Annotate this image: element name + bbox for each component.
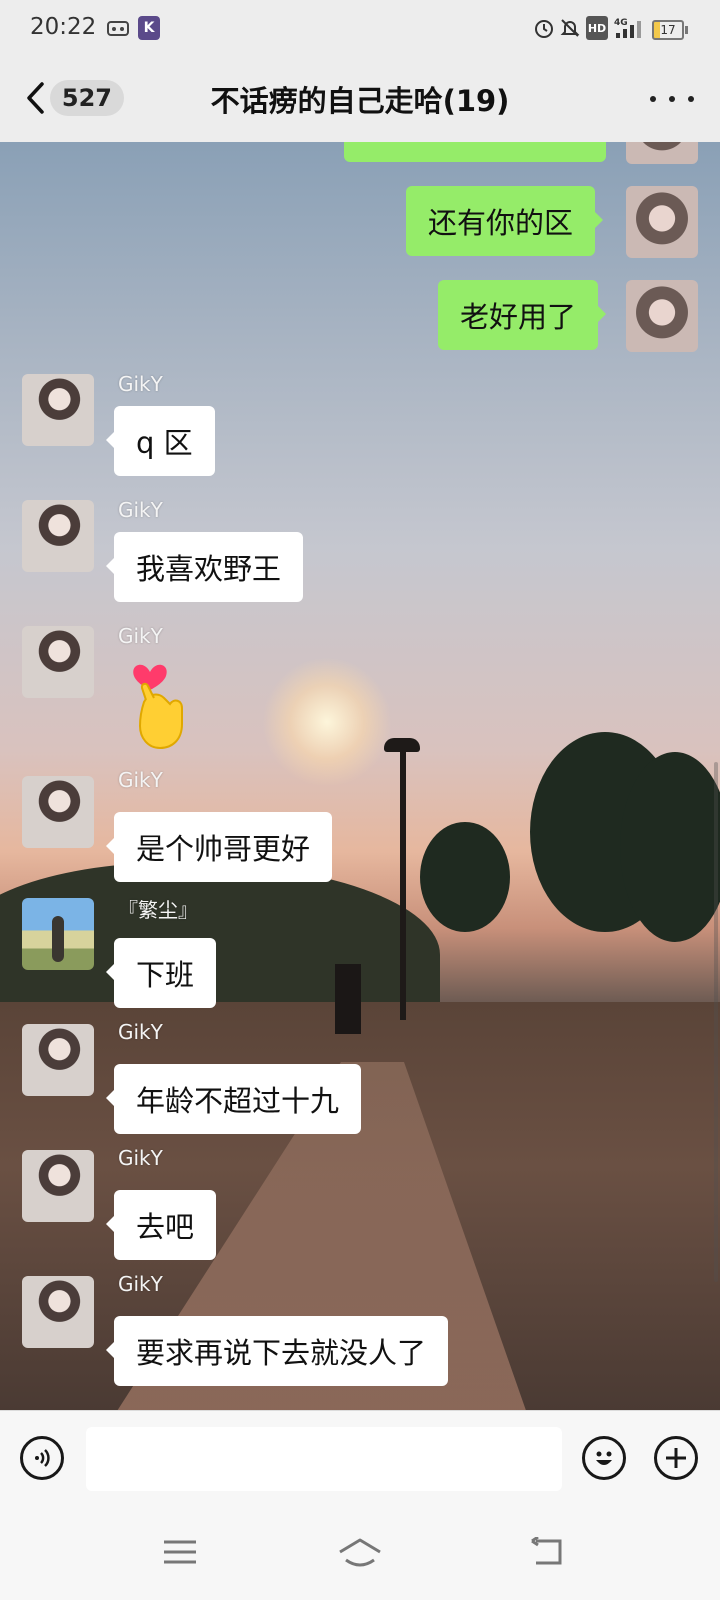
system-back-button[interactable] bbox=[524, 1534, 572, 1570]
sender-name: GikY bbox=[118, 372, 163, 396]
mute-icon bbox=[558, 16, 582, 40]
dot-icon bbox=[650, 96, 656, 102]
back-arrow-icon bbox=[531, 1537, 562, 1565]
plus-icon bbox=[666, 1448, 686, 1468]
chat-header: 527 不话痨的自己走哈(19) bbox=[0, 56, 720, 142]
avatar[interactable] bbox=[626, 186, 698, 258]
avatar[interactable] bbox=[22, 1276, 94, 1348]
battery-icon: 17 bbox=[652, 20, 688, 40]
home-icon bbox=[339, 1538, 381, 1567]
more-options-button[interactable] bbox=[650, 84, 694, 114]
alarm-icon bbox=[532, 16, 556, 40]
sender-name: GikY bbox=[118, 768, 163, 792]
sender-name: GikY bbox=[118, 1272, 163, 1296]
sender-name: GikY bbox=[118, 1146, 163, 1170]
wallpaper-lamp-post bbox=[400, 740, 406, 1020]
k-app-icon: K bbox=[138, 16, 160, 40]
message-bubble-outgoing[interactable]: 还有你的区 bbox=[406, 186, 604, 256]
system-navigation-bar bbox=[0, 1504, 720, 1600]
message-bubble-incoming[interactable]: 要求再说下去就没人了 bbox=[105, 1316, 449, 1386]
home-button[interactable] bbox=[336, 1534, 384, 1570]
wallpaper-tree bbox=[420, 822, 510, 932]
voice-input-button[interactable] bbox=[20, 1436, 64, 1480]
message-bubble-incoming[interactable]: 下班 bbox=[105, 938, 217, 1008]
sender-name: GikY bbox=[118, 1020, 163, 1044]
hd-icon: HD bbox=[586, 16, 608, 40]
avatar[interactable] bbox=[22, 626, 94, 698]
message-bubble-incoming[interactable]: 是个帅哥更好 bbox=[105, 812, 333, 882]
heart-hand-sticker-icon[interactable] bbox=[130, 658, 194, 754]
status-bar: 20:22 K HD 4G 17 bbox=[0, 0, 720, 56]
sender-name: GikY bbox=[118, 498, 163, 522]
message-bubble-outgoing[interactable]: 老好用了 bbox=[438, 280, 607, 350]
wallpaper-tree bbox=[620, 752, 720, 942]
avatar[interactable] bbox=[22, 776, 94, 848]
message-bubble-incoming[interactable]: 去吧 bbox=[105, 1190, 217, 1260]
avatar[interactable] bbox=[626, 280, 698, 352]
chevron-left-icon bbox=[24, 76, 46, 120]
status-time: 20:22 bbox=[30, 14, 97, 40]
menu-icon bbox=[164, 1540, 196, 1564]
smiley-icon bbox=[596, 1451, 612, 1465]
message-bubble-incoming[interactable]: 我喜欢野王 bbox=[105, 532, 304, 602]
svg-text:4G: 4G bbox=[614, 18, 628, 28]
message-bubble-incoming[interactable]: q 区 bbox=[106, 406, 215, 476]
message-bubble-incoming[interactable]: 年龄不超过十九 bbox=[105, 1064, 362, 1134]
dot-icon bbox=[688, 96, 694, 102]
scrollbar[interactable] bbox=[714, 762, 718, 1282]
recent-apps-button[interactable] bbox=[156, 1534, 204, 1570]
sender-name: GikY bbox=[118, 624, 163, 648]
input-bar bbox=[0, 1410, 720, 1505]
sender-name: 『繁尘』 bbox=[118, 898, 198, 922]
avatar[interactable] bbox=[22, 374, 94, 446]
voice-icon bbox=[35, 1449, 50, 1467]
chat-title: 不话痨的自己走哈(19) bbox=[210, 84, 510, 118]
more-functions-button[interactable] bbox=[654, 1436, 698, 1480]
chat-message-list[interactable]: 还有你的区 老好用了 GikY q 区 GikY 我喜欢野王 GikY GikY… bbox=[0, 142, 720, 1410]
avatar[interactable] bbox=[22, 898, 94, 970]
wallpaper-bin bbox=[335, 964, 361, 1034]
back-button[interactable]: 527 bbox=[24, 76, 124, 120]
emoji-button[interactable] bbox=[582, 1436, 626, 1480]
avatar[interactable] bbox=[22, 1024, 94, 1096]
unread-count-badge: 527 bbox=[49, 80, 124, 116]
avatar[interactable] bbox=[626, 142, 698, 164]
avatar[interactable] bbox=[22, 1150, 94, 1222]
app-icon bbox=[106, 16, 130, 40]
signal-icon: 4G bbox=[614, 16, 644, 40]
message-bubble-outgoing[interactable] bbox=[344, 142, 606, 162]
wallpaper-sun bbox=[262, 657, 392, 787]
message-input[interactable] bbox=[86, 1427, 562, 1491]
dot-icon bbox=[669, 96, 675, 102]
avatar[interactable] bbox=[22, 500, 94, 572]
